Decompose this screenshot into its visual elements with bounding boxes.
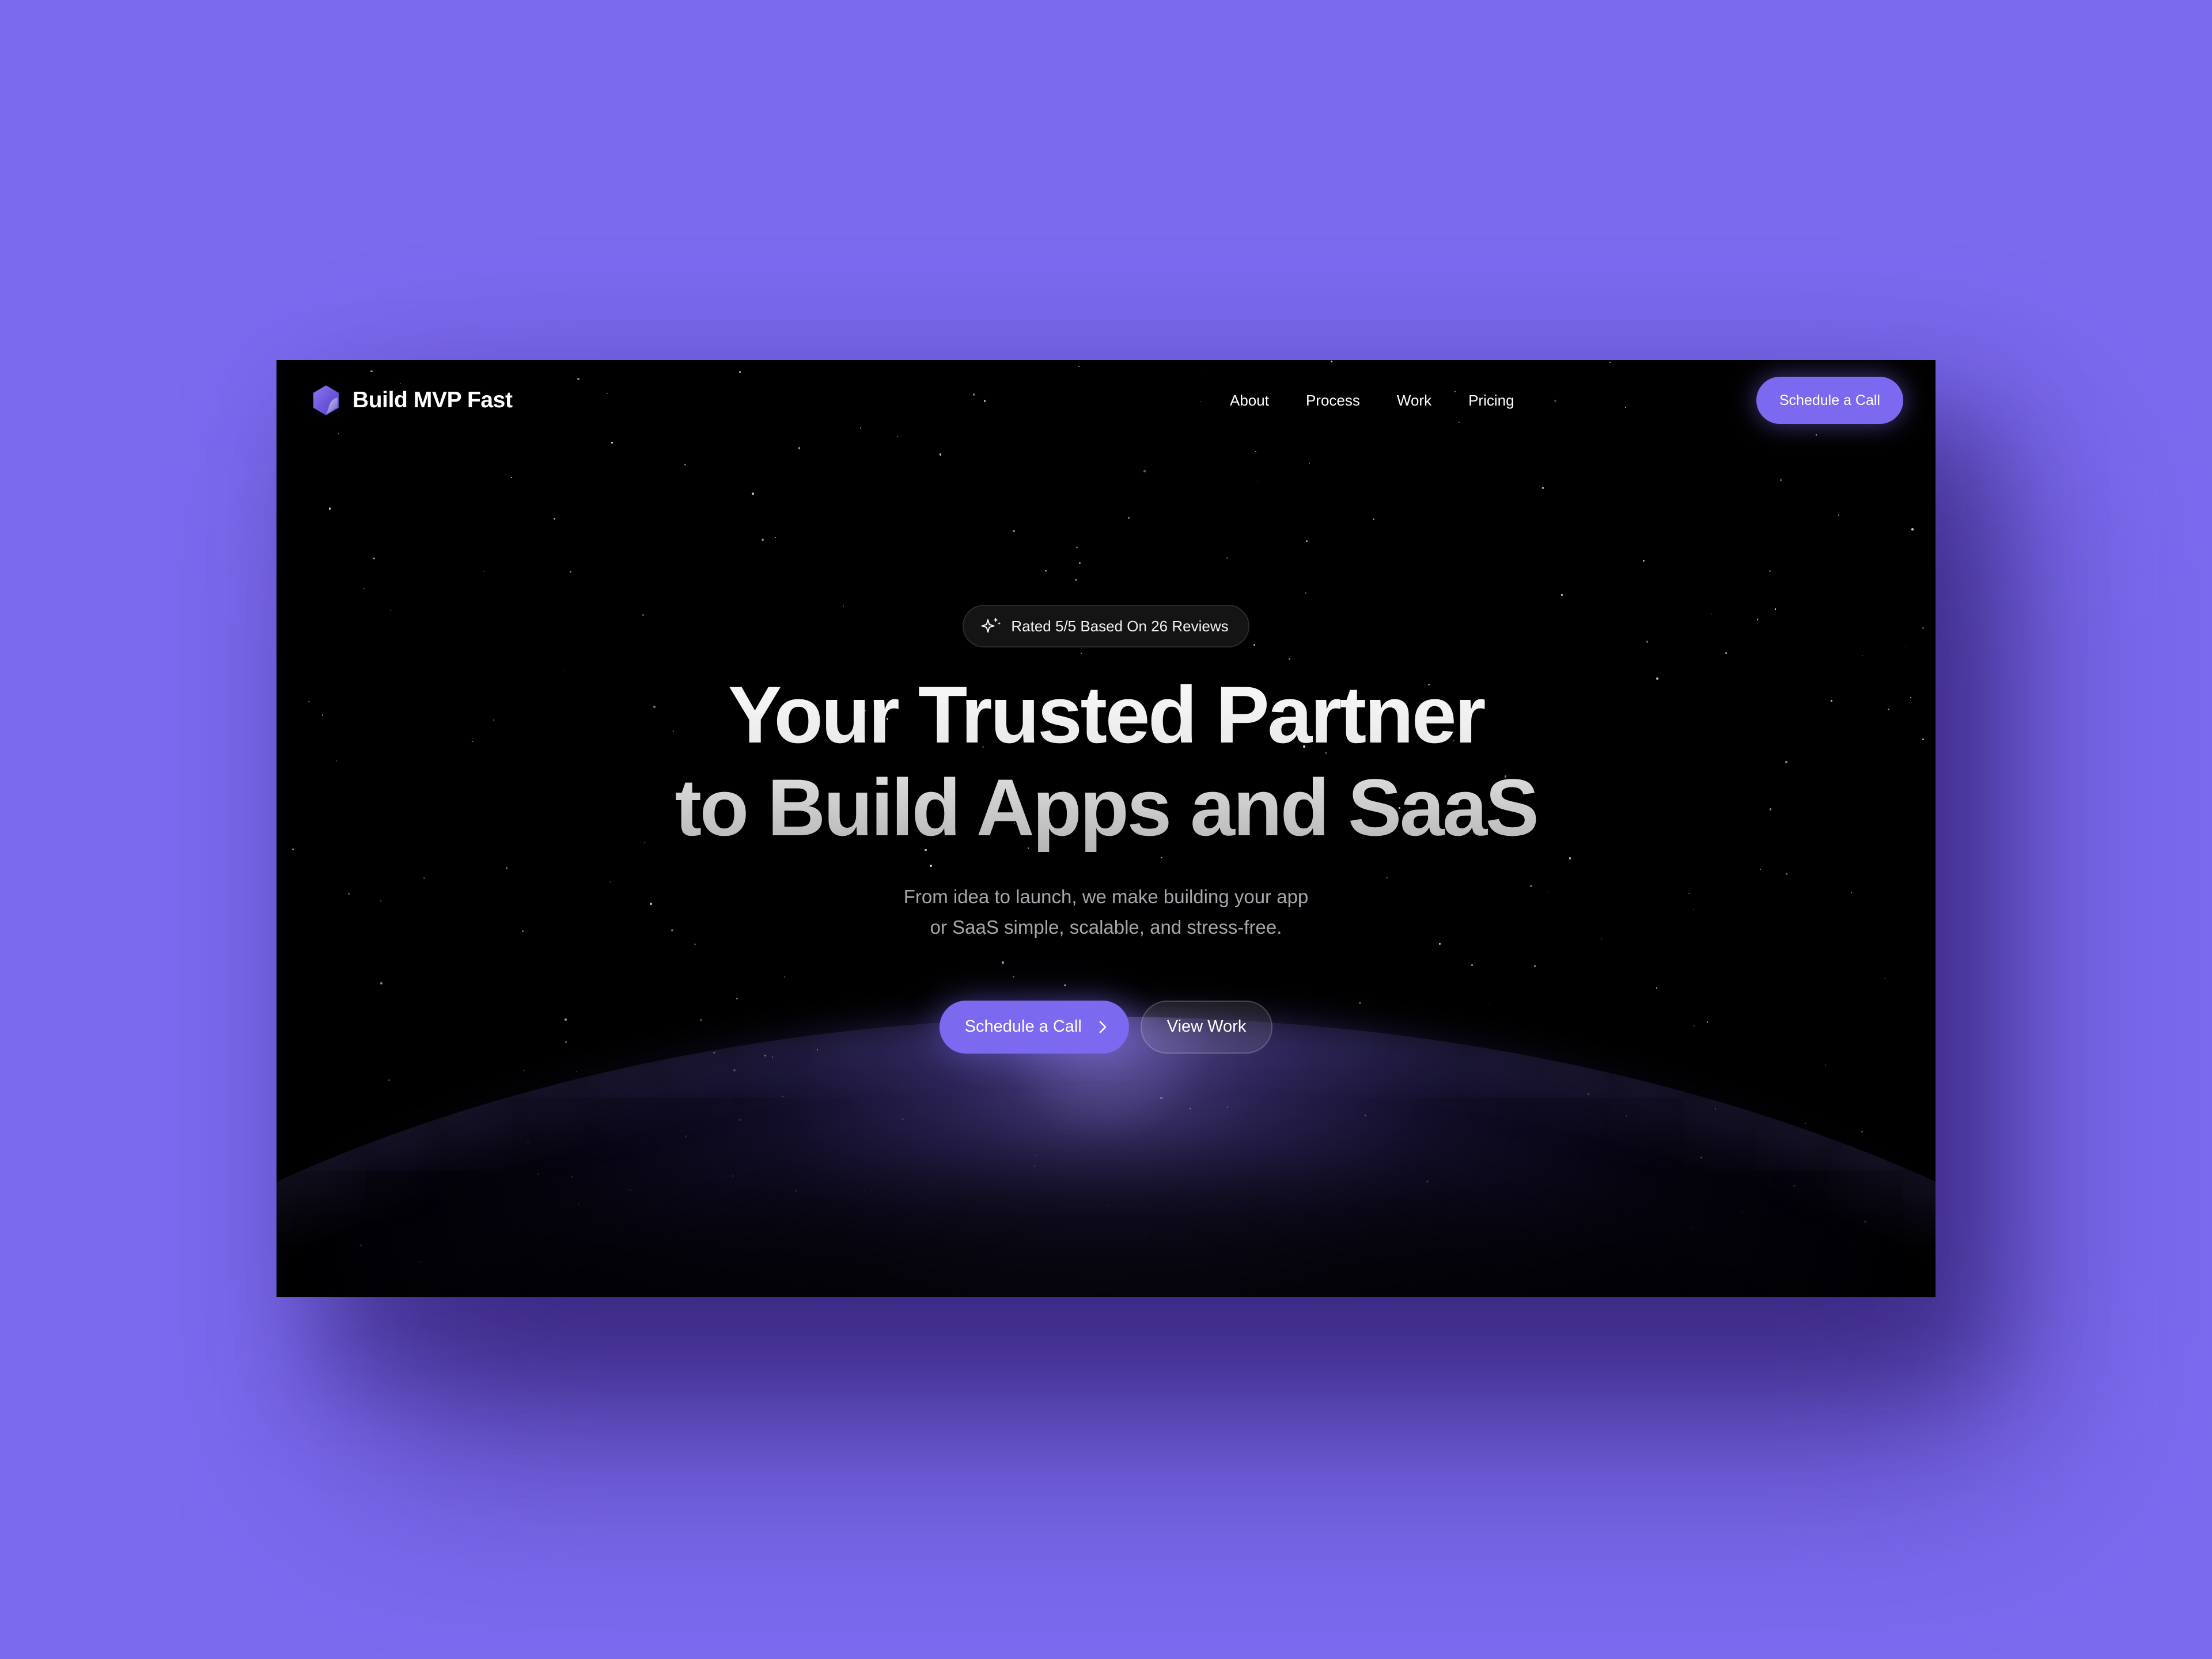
headline-line-2: to Build Apps and SaaS xyxy=(675,762,1537,853)
nav-item-work[interactable]: Work xyxy=(1397,392,1431,410)
subtitle-line-1: From idea to launch, we make building yo… xyxy=(903,886,1309,907)
nav-item-about[interactable]: About xyxy=(1230,392,1269,410)
site-header: Build MVP Fast About Process Work Pricin… xyxy=(276,360,1936,441)
hexagon-cube-icon xyxy=(312,385,340,416)
rating-badge-text: Rated 5/5 Based On 26 Reviews xyxy=(1011,617,1229,635)
brand-name: Build MVP Fast xyxy=(353,388,513,412)
nav-item-pricing[interactable]: Pricing xyxy=(1468,392,1514,410)
header-schedule-call-button[interactable]: Schedule a Call xyxy=(1756,377,1903,424)
hero-schedule-call-button[interactable]: Schedule a Call xyxy=(939,1000,1129,1054)
brand-logo[interactable]: Build MVP Fast xyxy=(312,385,513,416)
headline-line-1: Your Trusted Partner xyxy=(728,669,1484,760)
hero-subtitle: From idea to launch, we make building yo… xyxy=(904,881,1309,943)
subtitle-line-2: or SaaS simple, scalable, and stress-fre… xyxy=(930,916,1282,938)
hero-view-work-button[interactable]: View Work xyxy=(1140,1000,1273,1054)
main-navigation: About Process Work Pricing xyxy=(1230,392,1514,410)
chevron-right-icon xyxy=(1097,1020,1109,1035)
hero-cta-row: Schedule a Call View Work xyxy=(939,1000,1273,1054)
rating-badge: Rated 5/5 Based On 26 Reviews xyxy=(963,605,1249,647)
nav-item-process[interactable]: Process xyxy=(1306,392,1360,410)
website-preview-card: Build MVP Fast About Process Work Pricin… xyxy=(276,360,1936,1297)
page-title: Your Trusted Partner to Build Apps and S… xyxy=(675,668,1537,854)
hero-schedule-call-label: Schedule a Call xyxy=(964,1017,1082,1036)
sparkle-icon xyxy=(980,615,1002,637)
